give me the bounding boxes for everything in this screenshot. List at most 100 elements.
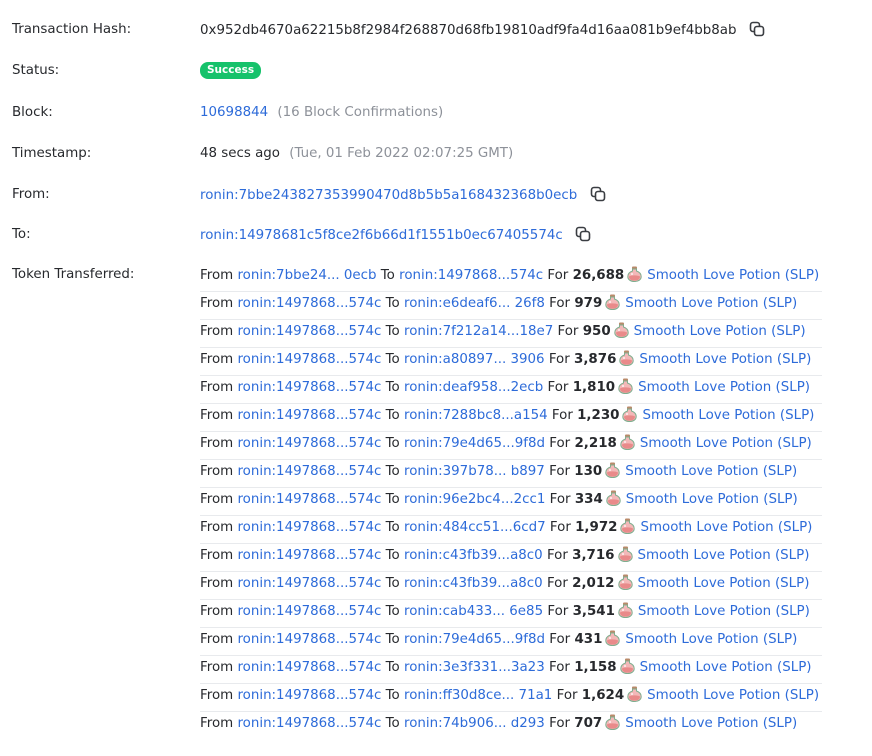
for-word: For <box>547 380 569 395</box>
from-word: From <box>200 492 234 507</box>
transfer-from-link[interactable]: ronin:1497868...574c <box>237 660 381 675</box>
copy-icon[interactable] <box>749 21 765 37</box>
token-name-link[interactable]: Smooth Love Potion (SLP) <box>625 716 797 731</box>
transfer-from-link[interactable]: ronin:1497868...574c <box>237 464 381 479</box>
tx-hash-row: 0x952db4670a62215b8f2984f268870d68fb1981… <box>200 21 765 38</box>
from-address-link[interactable]: ronin:7bbe243827353990470d8b5b5a16843236… <box>200 188 577 203</box>
from-label: From: <box>12 187 50 202</box>
transfer-to-link[interactable]: ronin:e6deaf6... 26f8 <box>404 296 545 311</box>
transfer-to-link[interactable]: ronin:7288bc8...a154 <box>404 408 548 423</box>
transfer-to-link[interactable]: ronin:79e4d65...9f8d <box>404 632 545 647</box>
transfer-to-link[interactable]: ronin:3e3f331...3a23 <box>404 660 545 675</box>
token-transfer-row: From ronin:1497868...574c To ronin:cab43… <box>200 600 822 628</box>
tx-hash-value: 0x952db4670a62215b8f2984f268870d68fb1981… <box>200 23 737 38</box>
token-transfer-row: From ronin:1497868...574c To ronin:74b90… <box>200 712 822 740</box>
transfer-from-link[interactable]: ronin:1497868...574c <box>237 352 381 367</box>
transfer-amount: 1,624 <box>581 688 625 703</box>
block-row: 10698844 (16 Block Confirmations) <box>200 105 443 120</box>
transfer-from-link[interactable]: ronin:1497868...574c <box>237 436 381 451</box>
token-transfer-row: From ronin:1497868...574c To ronin:e6dea… <box>200 292 822 320</box>
token-name-link[interactable]: Smooth Love Potion (SLP) <box>626 492 798 507</box>
for-word: For <box>547 268 569 283</box>
transfer-to-link[interactable]: ronin:c43fb39...a8c0 <box>404 548 543 563</box>
token-transfer-row: From ronin:1497868...574c To ronin:c43fb… <box>200 572 822 600</box>
for-word: For <box>548 352 570 367</box>
slp-token-icon <box>618 378 633 395</box>
transfer-to-link[interactable]: ronin:a80897... 3906 <box>404 352 545 367</box>
transfer-to-link[interactable]: ronin:ff30d8ce... 71a1 <box>404 688 552 703</box>
token-name-link[interactable]: Smooth Love Potion (SLP) <box>625 632 797 647</box>
to-word: To <box>385 688 400 703</box>
token-name-link[interactable]: Smooth Love Potion (SLP) <box>638 548 810 563</box>
block-label: Block: <box>12 105 53 120</box>
transfer-to-link[interactable]: ronin:deaf958...2ecb <box>404 380 543 395</box>
transfer-to-link[interactable]: ronin:397b78... b897 <box>404 464 545 479</box>
slp-token-icon <box>622 406 638 423</box>
token-transfer-row: From ronin:1497868...574c To ronin:79e4d… <box>200 432 822 460</box>
slp-token-icon <box>619 658 635 675</box>
transfer-from-link[interactable]: ronin:1497868...574c <box>237 632 381 647</box>
token-name-link[interactable]: Smooth Love Potion (SLP) <box>647 268 819 283</box>
token-name-link[interactable]: Smooth Love Potion (SLP) <box>625 464 797 479</box>
transfer-from-link[interactable]: ronin:1497868...574c <box>237 576 381 591</box>
transfer-from-link[interactable]: ronin:1497868...574c <box>237 408 381 423</box>
transfer-from-link[interactable]: ronin:1497868...574c <box>237 520 381 535</box>
transfer-amount: 1,972 <box>575 520 618 535</box>
for-word: For <box>551 408 573 423</box>
token-name-link[interactable]: Smooth Love Potion (SLP) <box>640 436 812 451</box>
to-word: To <box>385 716 400 731</box>
transfer-amount: 1,810 <box>572 380 616 395</box>
copy-icon[interactable] <box>590 186 606 202</box>
token-transfer-row: From ronin:1497868...574c To ronin:ff30d… <box>200 684 822 712</box>
for-word: For <box>549 520 571 535</box>
token-name-link[interactable]: Smooth Love Potion (SLP) <box>642 408 814 423</box>
transfer-from-link[interactable]: ronin:1497868...574c <box>237 688 381 703</box>
transfer-amount: 334 <box>574 492 603 507</box>
transfer-from-link[interactable]: ronin:1497868...574c <box>237 716 381 731</box>
transfer-from-link[interactable]: ronin:7bbe24... 0ecb <box>237 268 376 283</box>
timestamp-row: 48 secs ago (Tue, 01 Feb 2022 02:07:25 G… <box>200 146 513 161</box>
token-name-link[interactable]: Smooth Love Potion (SLP) <box>638 604 810 619</box>
transfer-from-link[interactable]: ronin:1497868...574c <box>237 380 381 395</box>
transfer-to-link[interactable]: ronin:1497868...574c <box>399 268 543 283</box>
transfer-to-link[interactable]: ronin:79e4d65...9f8d <box>404 436 545 451</box>
to-word: To <box>385 548 400 563</box>
transfer-amount: 2,218 <box>574 436 617 451</box>
for-word: For <box>549 716 571 731</box>
from-word: From <box>200 688 234 703</box>
token-name-link[interactable]: Smooth Love Potion (SLP) <box>638 380 810 395</box>
slp-token-icon <box>605 462 620 479</box>
token-name-link[interactable]: Smooth Love Potion (SLP) <box>625 296 797 311</box>
to-word: To <box>385 408 400 423</box>
timestamp-relative: 48 secs ago <box>200 146 281 161</box>
transfer-to-link[interactable]: ronin:7f212a14...18e7 <box>404 324 553 339</box>
token-name-link[interactable]: Smooth Love Potion (SLP) <box>634 324 806 339</box>
transfer-amount: 979 <box>574 296 603 311</box>
transfer-from-link[interactable]: ronin:1497868...574c <box>237 604 381 619</box>
transfer-amount: 2,012 <box>572 576 615 591</box>
slp-token-icon <box>627 686 642 703</box>
copy-icon[interactable] <box>575 226 591 242</box>
block-number-link[interactable]: 10698844 <box>200 105 268 120</box>
token-name-link[interactable]: Smooth Love Potion (SLP) <box>640 520 812 535</box>
to-word: To <box>385 436 400 451</box>
token-name-link[interactable]: Smooth Love Potion (SLP) <box>647 688 819 703</box>
transfer-from-link[interactable]: ronin:1497868...574c <box>237 492 381 507</box>
token-name-link[interactable]: Smooth Love Potion (SLP) <box>638 576 810 591</box>
status-label: Status: <box>12 63 60 78</box>
timestamp-label: Timestamp: <box>12 146 92 161</box>
transfer-from-link[interactable]: ronin:1497868...574c <box>237 548 381 563</box>
transfer-to-link[interactable]: ronin:cab433... 6e85 <box>404 604 543 619</box>
token-name-link[interactable]: Smooth Love Potion (SLP) <box>640 660 812 675</box>
to-word: To <box>385 520 400 535</box>
transfer-to-link[interactable]: ronin:c43fb39...a8c0 <box>404 576 543 591</box>
transfer-to-link[interactable]: ronin:484cc51...6cd7 <box>404 520 546 535</box>
token-name-link[interactable]: Smooth Love Potion (SLP) <box>639 352 811 367</box>
slp-token-icon <box>605 714 620 731</box>
transfer-to-link[interactable]: ronin:96e2bc4...2cc1 <box>404 492 545 507</box>
transfer-from-link[interactable]: ronin:1497868...574c <box>237 324 381 339</box>
transfer-from-link[interactable]: ronin:1497868...574c <box>237 296 381 311</box>
transfer-to-link[interactable]: ronin:74b906... d293 <box>404 716 545 731</box>
to-address-link[interactable]: ronin:14978681c5f8ce2f6b66d1f1551b0ec674… <box>200 228 563 243</box>
from-word: From <box>200 268 234 283</box>
